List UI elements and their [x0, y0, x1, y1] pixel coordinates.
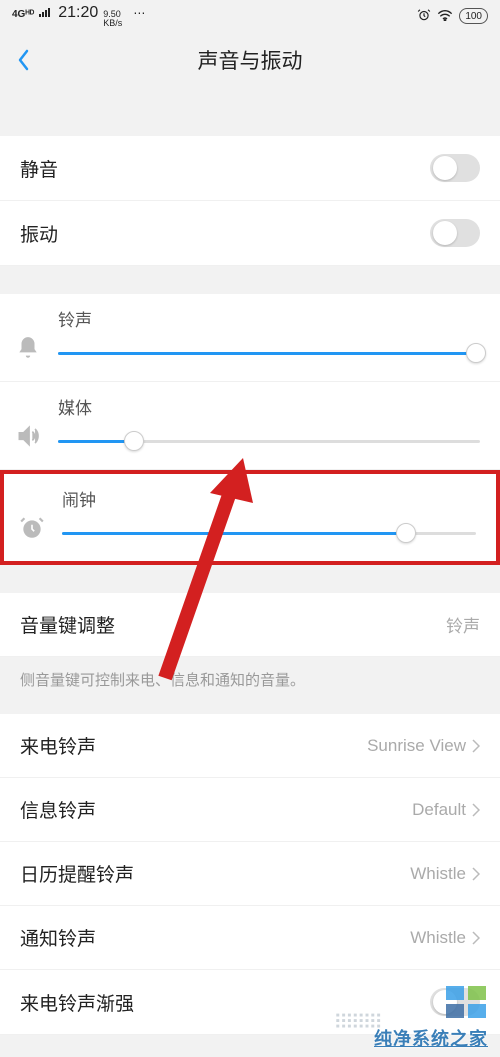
watermark-logo-icon — [444, 984, 488, 1025]
watermark-pattern: ⠿⠿⠿⠿ — [333, 1010, 380, 1035]
media-volume-row: 媒体 — [0, 382, 500, 470]
time: 21:20 — [58, 4, 98, 22]
message-ringtone-label: 信息铃声 — [20, 796, 96, 823]
alarm-volume-row: 闹钟 — [4, 474, 496, 561]
calendar-ringtone-label: 日历提醒铃声 — [20, 860, 134, 887]
ringtone-volume-row: 铃声 — [0, 294, 500, 382]
ringtone-slider[interactable] — [58, 343, 480, 363]
message-ringtone-row[interactable]: 信息铃声 Default — [0, 778, 500, 842]
ringtone-label: 铃声 — [58, 306, 480, 331]
speaker-icon — [12, 423, 44, 451]
alarm-slider[interactable] — [62, 523, 476, 543]
network-indicator: 4Gᴴᴰ — [12, 9, 34, 20]
watermark-text[interactable]: 纯净系统之家 — [374, 1025, 488, 1051]
media-slider[interactable] — [58, 431, 480, 451]
nav-bar: 声音与振动 — [0, 32, 500, 88]
notification-ringtone-label: 通知铃声 — [20, 924, 96, 951]
wifi-icon — [437, 9, 453, 24]
alarm-label: 闹钟 — [62, 486, 476, 511]
mute-row[interactable]: 静音 — [0, 136, 500, 201]
chevron-right-icon — [472, 867, 480, 881]
vibrate-label: 振动 — [20, 220, 58, 247]
chevron-right-icon — [472, 931, 480, 945]
back-button[interactable] — [16, 48, 30, 72]
clock-icon — [16, 515, 48, 543]
vibrate-row[interactable]: 振动 — [0, 201, 500, 266]
mute-label: 静音 — [20, 155, 58, 182]
volume-key-label: 音量键调整 — [20, 611, 115, 638]
bell-icon — [12, 335, 44, 363]
data-speed: 9.50KB/s — [103, 10, 122, 28]
media-label: 媒体 — [58, 394, 480, 419]
notification-ringtone-value: Whistle — [410, 928, 480, 948]
calendar-ringtone-row[interactable]: 日历提醒铃声 Whistle — [0, 842, 500, 906]
notification-ringtone-row[interactable]: 通知铃声 Whistle — [0, 906, 500, 970]
chevron-right-icon — [472, 803, 480, 817]
volume-key-value: 铃声 — [446, 612, 480, 637]
more-icon: ⋯ — [133, 6, 146, 20]
page-title: 声音与振动 — [198, 45, 303, 75]
chevron-right-icon — [472, 739, 480, 753]
crescendo-label: 来电铃声渐强 — [20, 989, 134, 1016]
battery-indicator: 100 — [459, 8, 488, 24]
incoming-ringtone-label: 来电铃声 — [20, 732, 96, 759]
status-bar: 4Gᴴᴰ 21:20 9.50KB/s ⋯ 100 — [0, 0, 500, 32]
vibrate-toggle[interactable] — [430, 219, 480, 247]
alarm-highlight: 闹钟 — [0, 470, 500, 565]
alarm-icon — [417, 8, 431, 25]
incoming-ringtone-row[interactable]: 来电铃声 Sunrise View — [0, 714, 500, 778]
message-ringtone-value: Default — [412, 800, 480, 820]
volume-key-help: 侧音量键可控制来电、信息和通知的音量。 — [0, 657, 500, 702]
incoming-ringtone-value: Sunrise View — [367, 736, 480, 756]
calendar-ringtone-value: Whistle — [410, 864, 480, 884]
signal-bars-icon — [39, 6, 53, 20]
volume-key-row[interactable]: 音量键调整 铃声 — [0, 593, 500, 657]
mute-toggle[interactable] — [430, 154, 480, 182]
